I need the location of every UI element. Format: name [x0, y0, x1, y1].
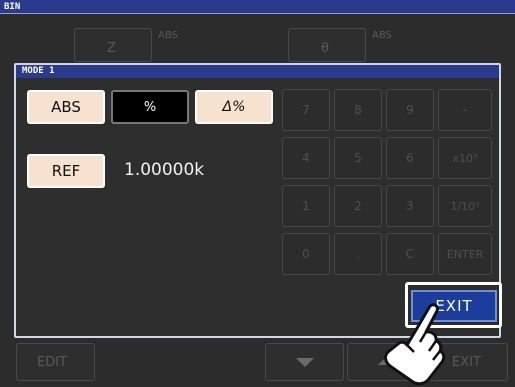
keypad-key-7: 7	[282, 89, 330, 131]
keypad-key-6: 6	[386, 137, 434, 179]
keypad-key-5: 5	[334, 137, 382, 179]
keypad-key-3: 3	[386, 185, 434, 227]
window-title-bar	[0, 0, 515, 14]
param2-label: θ	[321, 41, 329, 56]
dialog-title-bar	[16, 65, 499, 78]
pointing-hand-icon	[384, 303, 446, 386]
window-title: BIN	[4, 2, 21, 12]
keypad-key-1: 1	[282, 185, 330, 227]
percent-mode-button[interactable]: %	[111, 90, 189, 124]
keypad-key-4: 4	[282, 137, 330, 179]
background-down-button	[265, 343, 344, 381]
ref-value: 1.00000k	[124, 160, 205, 180]
background-edit-button: EDIT	[16, 343, 95, 381]
param1-label: Z	[107, 41, 116, 56]
keypad-key-div1000: 1/10³	[438, 185, 492, 227]
param2-mode-label: ABS	[372, 30, 392, 41]
ref-button[interactable]: REF	[27, 154, 105, 188]
keypad-key-enter: ENTER	[438, 233, 492, 275]
param2-button: θ	[288, 28, 366, 62]
keypad-key-clear: C	[386, 233, 434, 275]
triangle-down-icon	[296, 358, 314, 367]
abs-mode-button[interactable]: ABS	[27, 90, 105, 124]
delta-percent-mode-button[interactable]: Δ%	[195, 90, 273, 124]
keypad-key-minus: -	[438, 89, 492, 131]
param1-button: Z	[74, 28, 152, 62]
keypad-key-0: 0	[282, 233, 330, 275]
keypad-key-x1000: x10³	[438, 137, 492, 179]
keypad-key-2: 2	[334, 185, 382, 227]
dialog-title: MODE 1	[22, 66, 55, 76]
param1-mode-label: ABS	[158, 30, 178, 41]
keypad-key-dot: .	[334, 233, 382, 275]
keypad-key-9: 9	[386, 89, 434, 131]
keypad-key-8: 8	[334, 89, 382, 131]
